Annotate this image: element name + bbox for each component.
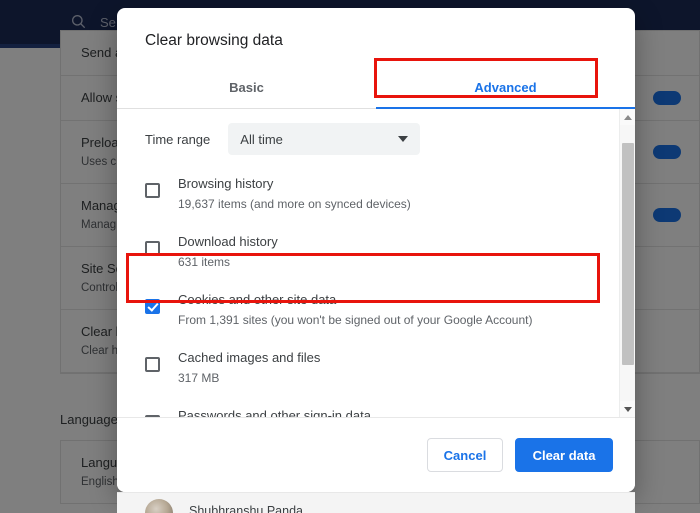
- option-detail: 317 MB: [178, 371, 220, 385]
- profile-name: Shubhranshu Panda: [189, 504, 303, 513]
- scrollbar-track[interactable]: [620, 125, 635, 401]
- option-detail: 19,637 items (and more on synced devices…: [178, 197, 411, 211]
- checkbox-browsing-history[interactable]: [145, 183, 160, 198]
- chevron-down-icon: [398, 136, 409, 142]
- option-cookies-and-other-site-data[interactable]: Cookies and other site data From 1,391 s…: [117, 281, 619, 339]
- option-text: Cached images and files 317 MB: [178, 348, 320, 388]
- profile-strip[interactable]: Shubhranshu Panda: [117, 492, 635, 513]
- clear-data-button[interactable]: Clear data: [515, 438, 613, 472]
- tab-advanced[interactable]: Advanced: [376, 66, 635, 108]
- option-text: Browsing history 19,637 items (and more …: [178, 174, 411, 214]
- option-browsing-history[interactable]: Browsing history 19,637 items (and more …: [117, 165, 619, 223]
- scroll-down-arrow-icon[interactable]: [620, 401, 635, 417]
- option-detail: 631 items: [178, 255, 231, 269]
- scrollbar-thumb[interactable]: [622, 143, 634, 365]
- option-download-history[interactable]: Download history 631 items: [117, 223, 619, 281]
- avatar: [145, 499, 173, 513]
- option-passwords-and-other-sign-in-data[interactable]: Passwords and other sign-in data 283 pas…: [117, 397, 619, 417]
- checkbox-cached-images-and-files[interactable]: [145, 357, 160, 372]
- time-range-row: Time range All time: [117, 109, 619, 165]
- time-range-select[interactable]: All time: [228, 123, 421, 155]
- option-label: Cookies and other site data: [178, 292, 337, 307]
- option-cached-images-and-files[interactable]: Cached images and files 317 MB: [117, 339, 619, 397]
- option-label: Passwords and other sign-in data: [178, 408, 371, 417]
- tab-basic[interactable]: Basic: [117, 66, 376, 108]
- dialog-scrollbar[interactable]: [619, 109, 635, 417]
- dialog-tabs: Basic Advanced: [117, 66, 635, 109]
- dialog-body: Time range All time Browsing history 19,…: [117, 109, 635, 418]
- checkbox-cookies-and-other-site-data[interactable]: [145, 299, 160, 314]
- option-text: Download history 631 items: [178, 232, 278, 272]
- time-range-label: Time range: [145, 131, 211, 147]
- scroll-up-arrow-icon[interactable]: [620, 109, 635, 125]
- option-label: Cached images and files: [178, 350, 321, 365]
- option-label: Download history: [178, 234, 278, 249]
- clear-browsing-data-dialog: Clear browsing data Basic Advanced Time …: [117, 8, 635, 492]
- time-range-value: All time: [240, 131, 283, 147]
- dialog-footer: Cancel Clear data: [117, 418, 635, 492]
- option-text: Passwords and other sign-in data 283 pas…: [178, 406, 563, 417]
- option-label: Browsing history: [178, 176, 274, 191]
- dialog-title: Clear browsing data: [145, 32, 283, 49]
- cancel-button[interactable]: Cancel: [427, 438, 503, 472]
- option-text: Cookies and other site data From 1,391 s…: [178, 290, 533, 330]
- checkbox-passwords-and-other-sign-in-data[interactable]: [145, 415, 160, 417]
- option-detail: From 1,391 sites (you won't be signed ou…: [178, 313, 533, 327]
- checkbox-download-history[interactable]: [145, 241, 160, 256]
